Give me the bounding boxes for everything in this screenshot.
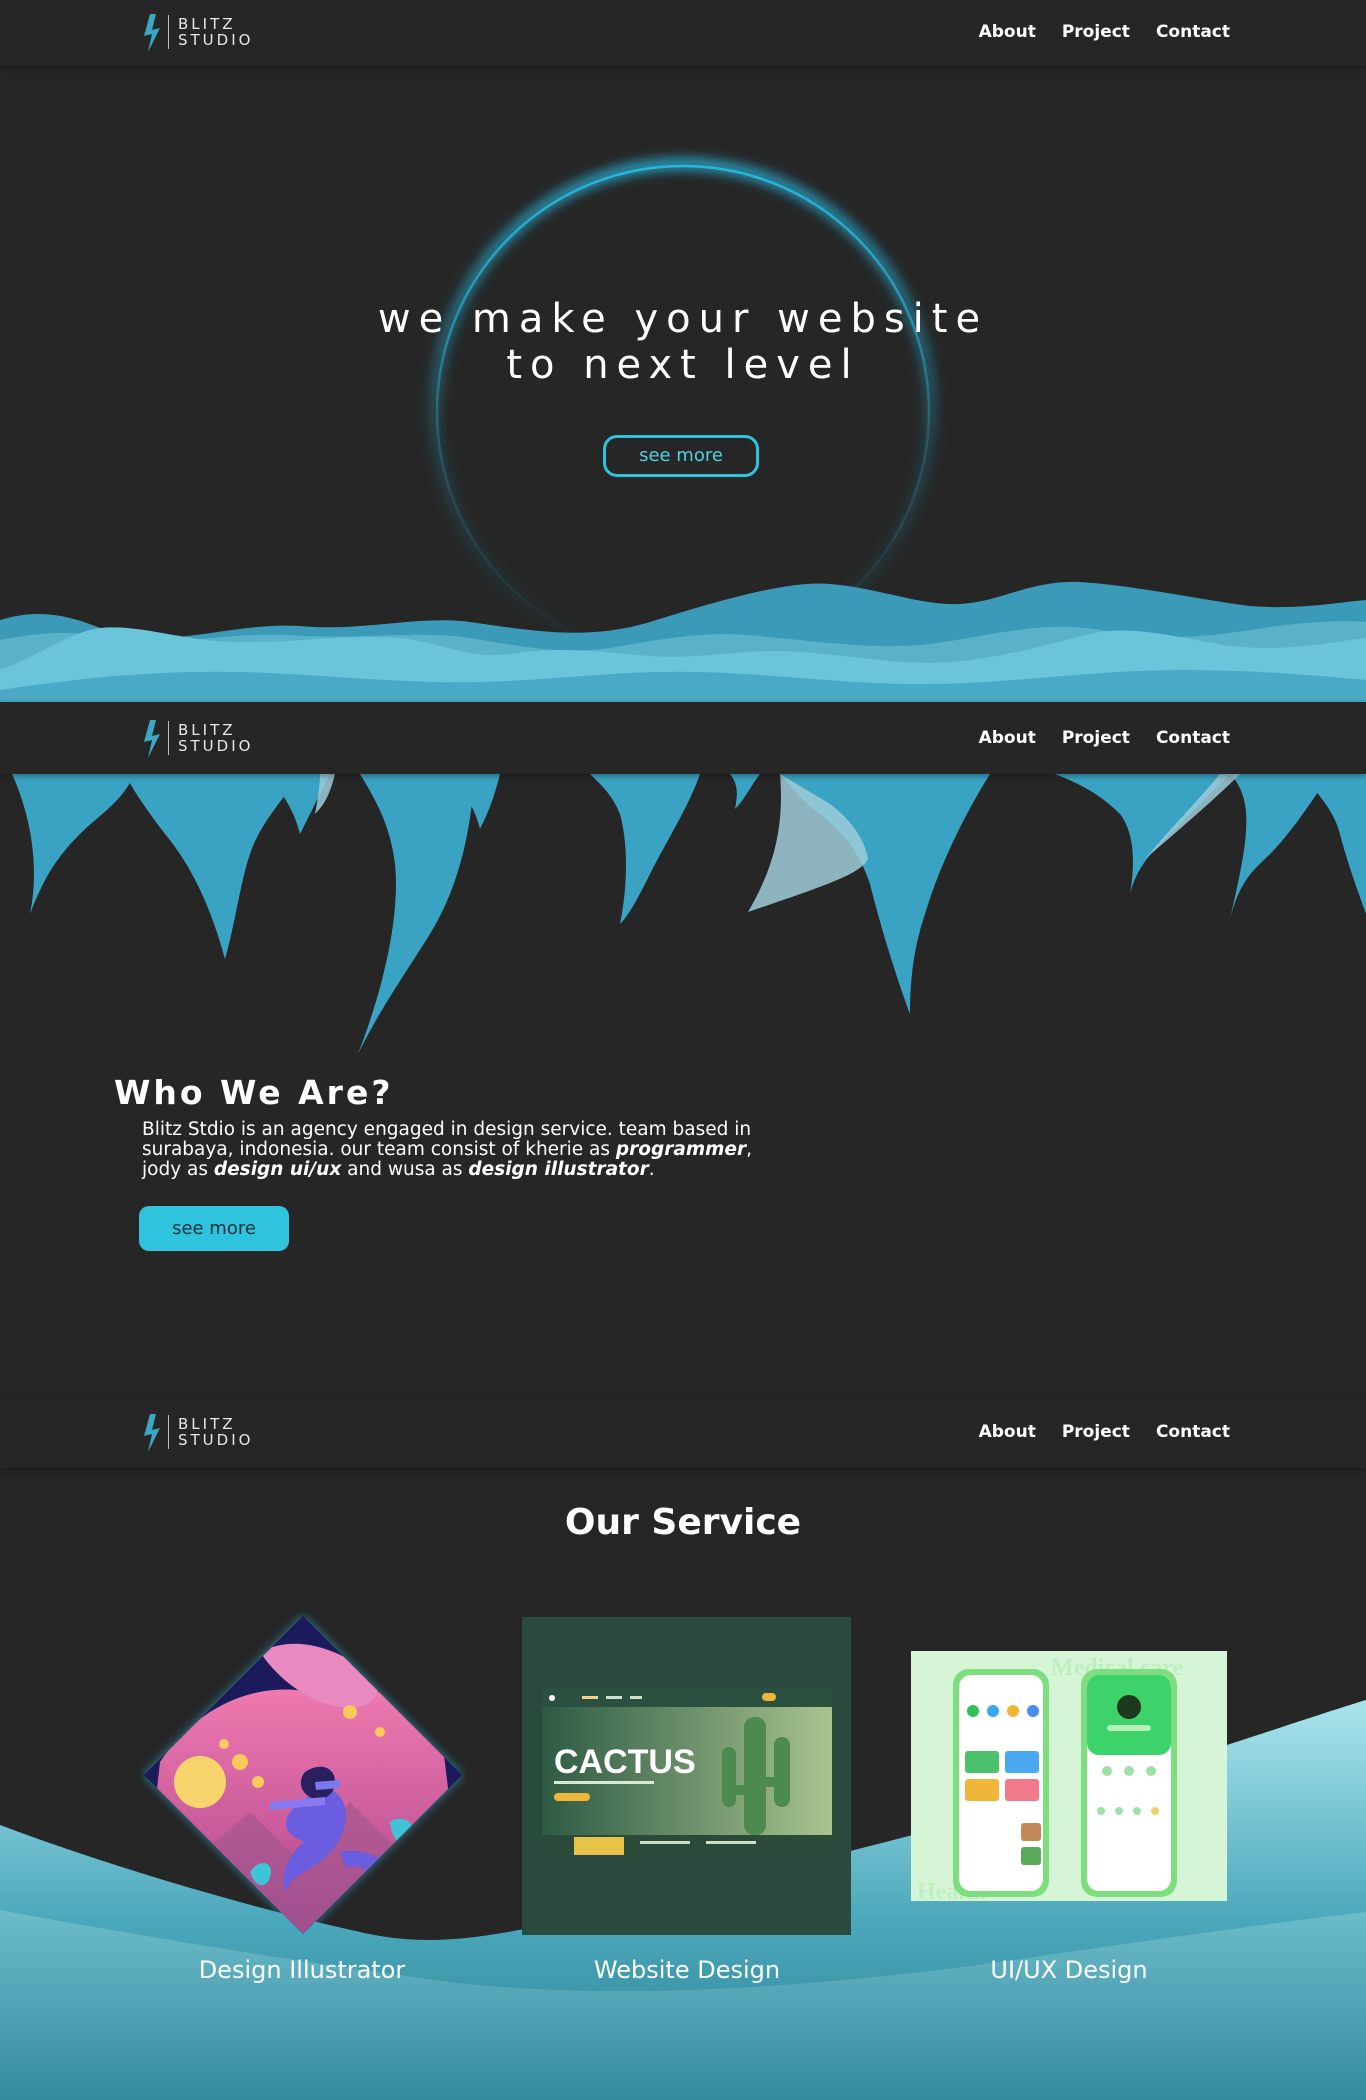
navbar-top: BLITZ STUDIO About Project Contact xyxy=(0,0,1366,66)
brand-logo[interactable]: BLITZ STUDIO xyxy=(140,1412,270,1454)
brand-line1: BLITZ xyxy=(178,721,236,739)
nav-links: About Project Contact xyxy=(979,22,1230,42)
about-text-part3: and wusa as xyxy=(341,1159,469,1180)
lightning-icon xyxy=(144,1414,160,1452)
brand-line1: BLITZ xyxy=(178,1415,236,1433)
hero-see-more-button[interactable]: see more xyxy=(603,435,759,477)
icicle-decoration xyxy=(12,774,1366,1054)
nav-about-link[interactable]: About xyxy=(979,728,1036,748)
nav-project-link[interactable]: Project xyxy=(1062,22,1130,42)
service-website-image[interactable]: CACTUS xyxy=(522,1617,851,1935)
about-role-programmer: programmer xyxy=(615,1139,747,1160)
hero-waves xyxy=(0,581,1366,702)
about-text-part4: . xyxy=(648,1159,655,1180)
navbar-services: BLITZ STUDIO About Project Contact xyxy=(0,1396,1366,1468)
about-description: Blitz Stdio is an agency engaged in desi… xyxy=(142,1120,782,1180)
nav-links: About Project Contact xyxy=(979,1422,1230,1442)
service-label-website: Website Design xyxy=(593,1956,781,1984)
about-title: Who We Are? xyxy=(114,1073,394,1112)
logo-divider xyxy=(168,15,169,49)
service-label-uiux: UI/UX Design xyxy=(990,1956,1148,1984)
nav-contact-link[interactable]: Contact xyxy=(1156,22,1230,42)
brand-line2: STUDIO xyxy=(178,31,254,49)
hero-title-line2: to next level xyxy=(506,342,860,388)
brand-line2: STUDIO xyxy=(178,737,254,755)
nav-links: About Project Contact xyxy=(979,728,1230,748)
service-illustrator-image[interactable] xyxy=(140,1612,466,1938)
nav-contact-link[interactable]: Contact xyxy=(1156,728,1230,748)
nav-about-link[interactable]: About xyxy=(979,22,1036,42)
brand-line2: STUDIO xyxy=(178,1431,254,1449)
about-see-more-button[interactable]: see more xyxy=(139,1206,289,1251)
lightning-icon xyxy=(144,720,160,758)
logo-divider xyxy=(168,1415,169,1449)
service-label-illustrator: Design Illustrator xyxy=(198,1956,406,1984)
about-role-illustrator: design illustrator xyxy=(468,1159,649,1180)
mockup-brand-text: CACTUS xyxy=(554,1743,696,1781)
nav-about-link[interactable]: About xyxy=(979,1422,1036,1442)
nav-contact-link[interactable]: Contact xyxy=(1156,1422,1230,1442)
navbar-about: BLITZ STUDIO About Project Contact xyxy=(0,702,1366,774)
nav-project-link[interactable]: Project xyxy=(1062,1422,1130,1442)
services-title: Our Service xyxy=(564,1502,802,1543)
app-mockup: Medical care Health xyxy=(917,1655,1184,1901)
brand-line1: BLITZ xyxy=(178,15,236,33)
logo-divider xyxy=(168,721,169,755)
service-uiux-image[interactable]: Medical care Health xyxy=(911,1651,1227,1901)
lightning-icon xyxy=(144,14,160,52)
hero-title-line1: we make your website xyxy=(377,296,989,342)
about-role-uiux: design ui/ux xyxy=(213,1159,342,1180)
website-mockup: CACTUS xyxy=(542,1689,832,1855)
hero-title: we make your website to next level xyxy=(0,296,1366,388)
brand-logo[interactable]: BLITZ STUDIO xyxy=(140,12,270,54)
brand-logo[interactable]: BLITZ STUDIO xyxy=(140,718,270,760)
nav-project-link[interactable]: Project xyxy=(1062,728,1130,748)
phone-right xyxy=(1081,1669,1177,1897)
phone-left xyxy=(953,1669,1049,1897)
